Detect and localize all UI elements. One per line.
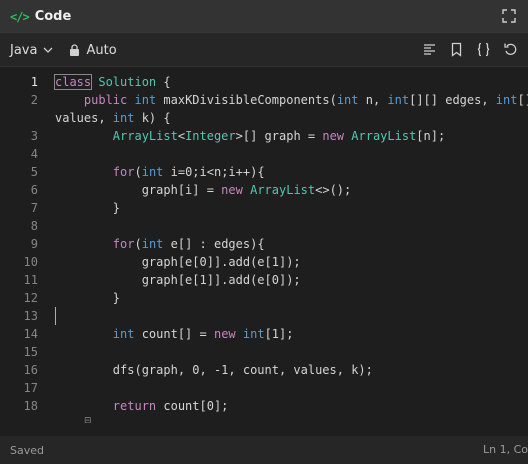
code-text: graph[e[0]].add(e[1]);: [55, 255, 301, 269]
code-line[interactable]: 8: [0, 217, 528, 235]
code-line[interactable]: 2 public int maxKDivisibleComponents(int…: [0, 91, 528, 109]
line-number: 14: [23, 327, 38, 341]
panel-title: Code: [34, 9, 72, 24]
code-text: return count[0];: [112, 399, 229, 413]
code-text: graph[e[1]].add(e[0]);: [55, 273, 301, 287]
code-line[interactable]: 7 }: [0, 199, 528, 217]
code-text: class Solution {: [53, 74, 171, 90]
code-text: public int maxKDivisibleComponents(int n…: [83, 93, 528, 107]
lock-icon: [70, 44, 80, 56]
code-line[interactable]: 1 class Solution {: [0, 73, 528, 91]
line-number: 15: [23, 345, 38, 359]
line-number: 5: [30, 165, 38, 179]
code-editor[interactable]: ⊟ 1 class Solution {2 public int maxKDivi…: [0, 67, 528, 423]
code-icon: </>: [10, 9, 30, 24]
code-line[interactable]: 13: [0, 307, 528, 325]
status-bar: Saved Ln 1, Co: [0, 436, 528, 464]
code-text: }: [55, 291, 121, 305]
code-line[interactable]: 9 for(int e[] : edges){: [0, 235, 528, 253]
code-text: graph[i] = new ArrayList<>();: [55, 183, 352, 197]
line-number: 4: [30, 147, 38, 161]
line-number: 9: [30, 237, 38, 251]
code-line[interactable]: 14 int count[] = new int[1];: [0, 325, 528, 343]
language-select[interactable]: Java: [10, 43, 53, 58]
code-text: ArrayList<Integer>[] graph = new ArrayLi…: [112, 129, 446, 143]
maximize-icon[interactable]: [502, 9, 516, 23]
auto-mode-label[interactable]: Auto: [86, 43, 116, 58]
format-lines-icon[interactable]: [422, 42, 437, 57]
line-number: 16: [23, 363, 38, 377]
code-line[interactable]: 4: [0, 145, 528, 163]
panel-header: </> Code: [0, 0, 528, 34]
code-line[interactable]: 15: [0, 343, 528, 361]
code-line[interactable]: 6 graph[i] = new ArrayList<>();: [0, 181, 528, 199]
editor-toolbar: Java Auto: [0, 34, 528, 67]
code-line[interactable]: 16 dfs(graph, 0, -1, count, values, k);: [0, 361, 528, 379]
code-line[interactable]: 10 graph[e[0]].add(e[1]);: [0, 253, 528, 271]
line-number: 2: [30, 93, 38, 107]
line-number: 17: [23, 381, 38, 395]
code-line[interactable]: 3 ArrayList<Integer>[] graph = new Array…: [0, 127, 528, 145]
saved-status: Saved: [10, 443, 44, 457]
braces-icon[interactable]: [476, 42, 491, 57]
line-number: 3: [30, 129, 38, 143]
fold-marker-icon[interactable]: ⊟: [84, 416, 92, 423]
code-text: int count[] = new int[1];: [112, 327, 294, 341]
code-line[interactable]: 11 graph[e[1]].add(e[0]);: [0, 271, 528, 289]
code-text: }: [55, 201, 121, 215]
line-number: 12: [23, 291, 38, 305]
code-text: dfs(graph, 0, -1, count, values, k);: [55, 363, 373, 377]
code-text: for(int e[] : edges){: [112, 237, 265, 251]
line-number: 18: [23, 399, 38, 413]
cursor-position: Ln 1, Co: [483, 443, 528, 456]
code-text: for(int i=0;i<n;i++){: [112, 165, 265, 179]
chevron-down-icon: [44, 47, 53, 53]
code-line[interactable]: values, int k) {: [0, 109, 528, 127]
code-line[interactable]: 18 return count[0];: [0, 397, 528, 415]
text-caret: [55, 307, 56, 325]
line-number: 10: [23, 255, 38, 269]
line-number: 6: [30, 183, 38, 197]
bookmark-icon[interactable]: [449, 42, 464, 57]
line-number: 11: [23, 273, 38, 287]
code-line[interactable]: 17: [0, 379, 528, 397]
line-number: 1: [30, 75, 38, 89]
language-label: Java: [10, 42, 38, 58]
code-line[interactable]: 12 }: [0, 289, 528, 307]
code-text: values, int k) {: [55, 111, 171, 125]
line-number: 8: [30, 219, 38, 233]
line-number: 13: [23, 309, 38, 323]
line-number: 7: [30, 201, 38, 215]
code-line[interactable]: 5 for(int i=0;i<n;i++){: [0, 163, 528, 181]
reset-icon[interactable]: [503, 42, 518, 57]
